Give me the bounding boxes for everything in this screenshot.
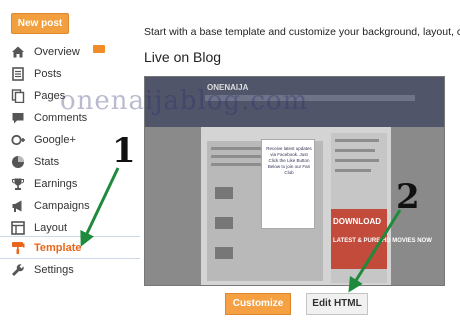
preview-text-line bbox=[335, 139, 379, 142]
wrench-icon bbox=[12, 264, 24, 276]
preview-thumbnail bbox=[215, 247, 233, 259]
customize-button[interactable]: Customize bbox=[225, 293, 291, 315]
preview-ad-subtitle: LATEST & PURE HD MOVIES NOW bbox=[333, 238, 432, 244]
home-icon bbox=[12, 46, 24, 58]
sidebar-item-label: Overview bbox=[34, 46, 80, 58]
sidebar-item-earnings[interactable]: Earnings bbox=[0, 174, 140, 194]
sidebar-item-label: Stats bbox=[34, 156, 60, 168]
preview-ad-title: DOWNLOAD bbox=[333, 217, 381, 226]
template-intro-text: Start with a base template and customize… bbox=[144, 26, 460, 38]
sidebar-item-label: Google+ bbox=[34, 134, 76, 146]
preview-thumbnail bbox=[215, 217, 233, 229]
live-on-blog-heading: Live on Blog bbox=[144, 49, 222, 65]
sidebar-item-overview[interactable]: Overview bbox=[0, 42, 140, 62]
google-plus-icon bbox=[11, 134, 25, 146]
sidebar-item-settings[interactable]: Settings bbox=[0, 260, 140, 280]
divider bbox=[0, 258, 140, 259]
divider bbox=[0, 236, 140, 237]
sidebar-item-label: Layout bbox=[34, 222, 68, 234]
new-post-button[interactable]: New post bbox=[11, 13, 69, 34]
edit-html-button[interactable]: Edit HTML bbox=[306, 293, 368, 315]
sidebar-item-label: Template bbox=[34, 242, 82, 254]
preview-popup-dialog: Receive latest updates via Facebook. Jus… bbox=[261, 139, 315, 229]
campaign-icon bbox=[12, 200, 22, 212]
sidebar-item-label: Posts bbox=[34, 68, 62, 80]
sidebar-item-label: Campaigns bbox=[34, 200, 90, 212]
step-number-2: 2 bbox=[396, 177, 420, 217]
preview-thumbnail bbox=[215, 187, 233, 199]
trophy-icon bbox=[12, 178, 24, 190]
preview-popup-text: Receive latest updates via Facebook. Jus… bbox=[266, 146, 312, 175]
template-icon bbox=[12, 242, 25, 254]
layout-icon bbox=[11, 221, 25, 235]
pages-icon bbox=[11, 89, 25, 103]
megaphone-icon bbox=[93, 45, 105, 53]
watermark: onenaijablog.com bbox=[60, 86, 309, 116]
sidebar-item-label: Earnings bbox=[34, 178, 78, 190]
stats-icon bbox=[12, 156, 24, 168]
comment-icon bbox=[12, 113, 24, 124]
step-number-1: 1 bbox=[112, 131, 136, 171]
sidebar-item-layout[interactable]: Layout bbox=[0, 218, 140, 238]
sidebar-item-template[interactable]: Template bbox=[0, 238, 140, 258]
preview-text-line bbox=[335, 149, 375, 152]
preview-text-line bbox=[335, 159, 379, 162]
posts-icon bbox=[12, 67, 24, 81]
preview-text-line bbox=[335, 169, 371, 172]
sidebar-item-posts[interactable]: Posts bbox=[0, 64, 140, 84]
sidebar-item-label: Settings bbox=[34, 264, 74, 276]
sidebar-item-campaigns[interactable]: Campaigns bbox=[0, 196, 140, 216]
